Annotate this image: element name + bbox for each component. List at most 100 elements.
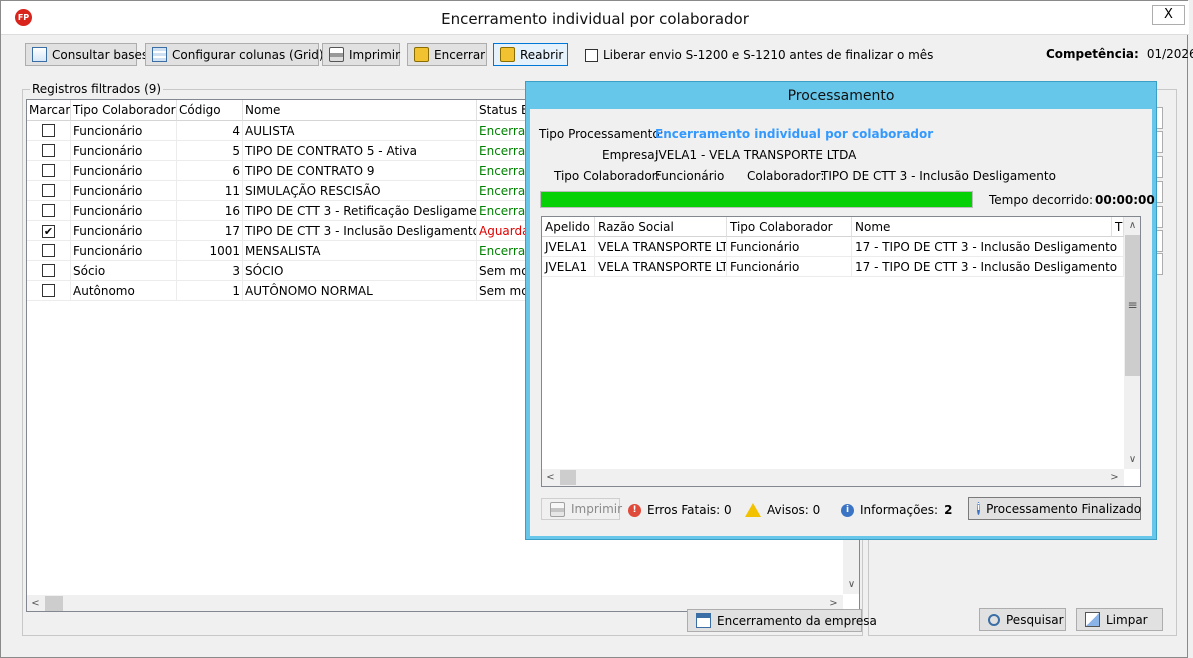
empresa-value: JVELA1 - VELA TRANSPORTE LTDA	[655, 148, 857, 162]
dialog-body: Tipo Processamento: Encerramento individ…	[530, 109, 1155, 536]
tipo-cell: Funcionário	[71, 201, 177, 221]
nome-cell: TIPO DE CTT 3 - Inclusão Desligamento	[243, 221, 477, 241]
row-checkbox[interactable]	[42, 184, 55, 197]
liberar-envio-checkbox[interactable]	[585, 48, 598, 62]
column-header-marcar[interactable]: Marcar	[27, 100, 71, 121]
close-button[interactable]: X	[1152, 5, 1185, 25]
codigo-cell: 17	[177, 221, 243, 241]
row-checkbox[interactable]	[42, 244, 55, 257]
colaborador-value: TIPO DE CTT 3 - Inclusão Desligamento	[821, 169, 1056, 183]
nome-cell: TIPO DE CONTRATO 9	[243, 161, 477, 181]
imprimir-button[interactable]: Imprimir	[322, 43, 400, 66]
dialog-title: Processamento	[787, 88, 895, 104]
dialog-scroll-up-button[interactable]: ∧	[1124, 217, 1140, 234]
grid-icon	[152, 47, 167, 62]
dialog-scroll-down-button[interactable]: ∨	[1124, 451, 1140, 468]
row-checkbox[interactable]	[42, 204, 55, 217]
printer-icon	[329, 47, 344, 62]
lock-icon	[414, 47, 429, 62]
dialog-scroll-left-button[interactable]: <	[542, 469, 559, 486]
processamento-grid[interactable]: Apelido Razão Social Tipo Colaborador No…	[541, 216, 1141, 487]
marcar-cell[interactable]	[27, 121, 71, 141]
grid-horizontal-thumb[interactable]	[45, 596, 63, 611]
grid-scroll-down-button[interactable]: ∨	[843, 576, 859, 593]
informacoes-label: Informações:	[860, 503, 939, 517]
consultar-bases-button[interactable]: Consultar bases	[25, 43, 148, 66]
marcar-cell[interactable]	[27, 261, 71, 281]
registros-filtrados-label: Registros filtrados (9)	[30, 82, 164, 96]
marcar-cell[interactable]	[27, 141, 71, 161]
progress-fill	[541, 192, 972, 207]
marcar-cell[interactable]	[27, 161, 71, 181]
nome-cell: SÓCIO	[243, 261, 477, 281]
dialog-column-tipo-colaborador[interactable]: Tipo Colaborador	[727, 217, 852, 237]
row-checkbox[interactable]	[42, 284, 55, 297]
dialog-column-apelido[interactable]: Apelido	[542, 217, 595, 237]
processamento-dialog: Processamento Tipo Processamento: Encerr…	[525, 81, 1157, 540]
imprimir-label: Imprimir	[349, 47, 401, 62]
marcar-cell[interactable]	[27, 241, 71, 261]
dialog-apelido-cell: JVELA1	[542, 237, 595, 257]
row-checkbox[interactable]	[42, 164, 55, 177]
configurar-colunas-label: Configurar colunas (Grid)	[172, 47, 324, 62]
dialog-imprimir-button[interactable]: Imprimir	[541, 498, 623, 520]
encerramento-empresa-button[interactable]: Encerramento da empresa	[687, 609, 877, 632]
limpar-button[interactable]: Limpar	[1076, 608, 1163, 631]
dialog-horizontal-scrollbar[interactable]	[542, 469, 1124, 486]
dialog-imprimir-label: Imprimir	[571, 502, 623, 516]
column-header-tipo[interactable]: Tipo Colaborador	[71, 100, 177, 121]
dialog-apelido-cell: JVELA1	[542, 257, 595, 277]
avisos-status: Avisos: 0	[745, 503, 820, 517]
dialog-horizontal-thumb[interactable]	[560, 470, 576, 485]
row-checkbox[interactable]	[42, 124, 55, 137]
reabrir-button[interactable]: Reabrir	[493, 43, 568, 66]
tipo-cell: Funcionário	[71, 161, 177, 181]
dialog-scroll-right-button[interactable]: >	[1106, 469, 1123, 486]
dialog-column-t[interactable]: T	[1112, 217, 1124, 237]
informacoes-status: i Informações: 2	[841, 503, 952, 517]
pesquisar-label: Pesquisar	[1006, 612, 1064, 627]
eraser-icon	[1085, 612, 1100, 627]
window-title: Encerramento individual por colaborador	[441, 10, 749, 28]
nome-cell: AULISTA	[243, 121, 477, 141]
tipo-cell: Funcionário	[71, 221, 177, 241]
codigo-cell: 4	[177, 121, 243, 141]
marcar-cell[interactable]	[27, 281, 71, 301]
tipo-colaborador-label: Tipo Colaborador:	[554, 169, 661, 183]
erros-fatais-label: Erros Fatais: 0	[647, 503, 732, 517]
column-header-codigo[interactable]: Código	[177, 100, 243, 121]
encerrar-button[interactable]: Encerrar	[407, 43, 487, 66]
competencia: Competência: 01/2026	[1046, 47, 1193, 61]
window-icon	[696, 613, 711, 628]
competencia-value: 01/2026	[1146, 47, 1193, 61]
marcar-cell[interactable]: ✔	[27, 221, 71, 241]
dialog-razao-cell: VELA TRANSPORTE LTD	[595, 257, 727, 277]
tipo-cell: Funcionário	[71, 241, 177, 261]
pesquisar-button[interactable]: Pesquisar	[979, 608, 1066, 631]
configurar-colunas-button[interactable]: Configurar colunas (Grid)	[145, 43, 324, 66]
marcar-cell[interactable]	[27, 181, 71, 201]
printer-icon	[550, 501, 565, 517]
limpar-label: Limpar	[1106, 612, 1148, 627]
dialog-column-razao-social[interactable]: Razão Social	[595, 217, 727, 237]
codigo-cell: 6	[177, 161, 243, 181]
row-checkbox[interactable]	[42, 144, 55, 157]
row-checkbox[interactable]: ✔	[42, 225, 55, 238]
tempo-decorrido-label: Tempo decorrido:	[989, 193, 1094, 207]
processamento-finalizado-label: Processamento Finalizado	[986, 501, 1142, 516]
marcar-cell[interactable]	[27, 201, 71, 221]
nome-cell: SIMULAÇÃO RESCISÃO	[243, 181, 477, 201]
codigo-cell: 16	[177, 201, 243, 221]
nome-cell: MENSALISTA	[243, 241, 477, 261]
info-icon: i	[977, 502, 981, 515]
processamento-finalizado-button[interactable]: i Processamento Finalizado	[968, 497, 1141, 520]
liberar-envio-label: Liberar envio S-1200 e S-1210 antes de f…	[603, 48, 934, 62]
dialog-vertical-thumb[interactable]: ≡	[1125, 235, 1140, 376]
progress-bar	[540, 191, 973, 208]
row-checkbox[interactable]	[42, 264, 55, 277]
dialog-column-nome[interactable]: Nome	[852, 217, 1112, 237]
grid-scroll-left-button[interactable]: <	[27, 595, 44, 611]
column-header-nome[interactable]: Nome	[243, 100, 477, 121]
nome-cell: AUTÔNOMO NORMAL	[243, 281, 477, 301]
liberar-envio-option[interactable]: Liberar envio S-1200 e S-1210 antes de f…	[585, 48, 933, 62]
